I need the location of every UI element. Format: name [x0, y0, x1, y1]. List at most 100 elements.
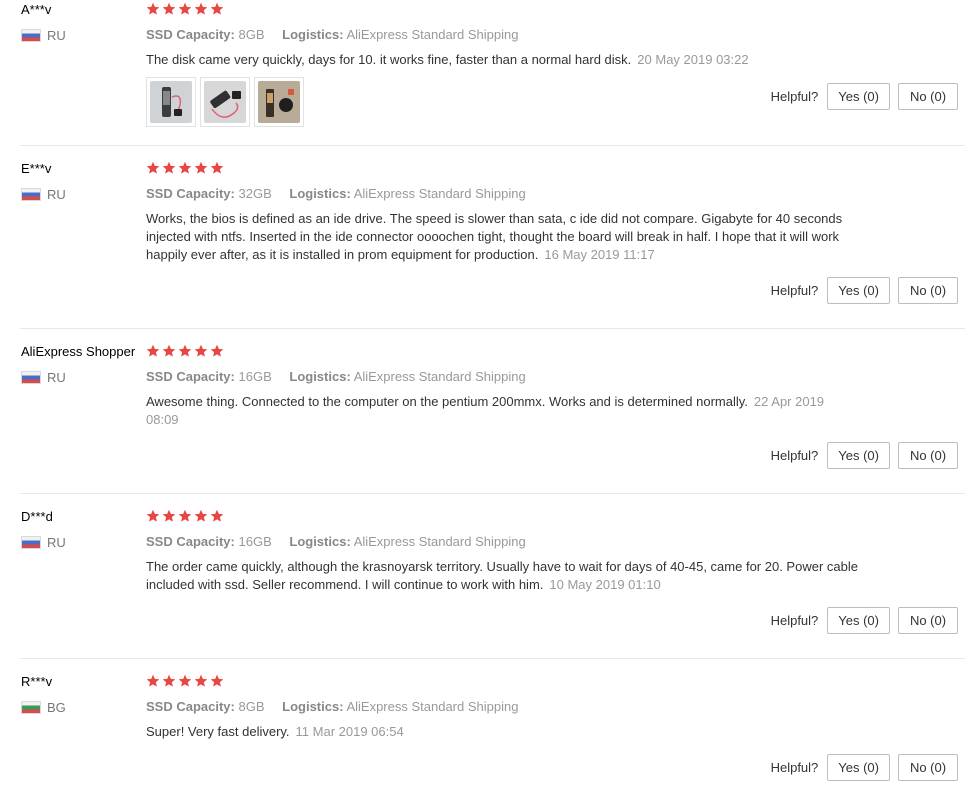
review-attributes: SSD Capacity: 32GB Logistics: AliExpress…: [146, 186, 526, 201]
helpful-no-button[interactable]: No (0): [898, 754, 958, 781]
helpful-label: Helpful?: [770, 613, 819, 628]
review-body: The order came quickly, although the kra…: [146, 559, 858, 592]
review-date: 20 May 2019 03:22: [637, 52, 749, 67]
ssd-capacity-label: SSD Capacity:: [146, 699, 235, 714]
helpful-yes-button[interactable]: Yes (0): [827, 442, 890, 469]
star-icon: [210, 509, 224, 523]
star-icon: [210, 2, 224, 16]
review-photos: [146, 77, 304, 127]
helpful-yes-button[interactable]: Yes (0): [827, 277, 890, 304]
star-icon: [146, 2, 160, 16]
ssd-capacity-label: SSD Capacity:: [146, 186, 235, 201]
logistics-value: AliExpress Standard Shipping: [353, 369, 526, 384]
logistics-value: AliExpress Standard Shipping: [353, 534, 526, 549]
helpful-label: Helpful?: [770, 760, 819, 775]
logistics-label: Logistics:: [289, 369, 351, 384]
russia-flag-icon: [21, 188, 41, 201]
helpful-controls: Helpful? Yes (0) No (0): [771, 442, 958, 469]
helpful-no-button[interactable]: No (0): [898, 442, 958, 469]
star-icon: [194, 674, 208, 688]
ssd-photo-image: [150, 81, 192, 123]
russia-flag-icon: [21, 371, 41, 384]
helpful-no-button[interactable]: No (0): [898, 607, 958, 634]
star-icon: [146, 509, 160, 523]
country-code: RU: [47, 535, 66, 550]
review-photo-thumbnail[interactable]: [254, 77, 304, 127]
star-icon: [194, 509, 208, 523]
rating-stars: [146, 2, 224, 18]
star-icon: [178, 509, 192, 523]
helpful-yes-button[interactable]: Yes (0): [827, 754, 890, 781]
helpful-controls: Helpful? Yes (0) No (0): [771, 277, 958, 304]
review-text: Super! Very fast delivery. 11 Mar 2019 06…: [146, 723, 866, 741]
review-item: R***v BG SSD Capacity: 8GB Logistics: Al…: [0, 674, 980, 790]
helpful-label: Helpful?: [770, 448, 819, 463]
review-photo-thumbnail[interactable]: [200, 77, 250, 127]
rating-stars: [146, 161, 224, 177]
logistics-label: Logistics:: [289, 186, 351, 201]
helpful-yes-button[interactable]: Yes (0): [827, 83, 890, 110]
ssd-capacity-value: 32GB: [238, 186, 272, 201]
review-body: Works, the bios is defined as an ide dri…: [146, 211, 843, 262]
star-icon: [178, 674, 192, 688]
reviewer-name: E***v: [21, 161, 52, 176]
russia-flag-icon: [21, 29, 41, 42]
review-attributes: SSD Capacity: 8GB Logistics: AliExpress …: [146, 27, 518, 42]
review-item: D***d RU SSD Capacity: 16GB Logistics: A…: [0, 509, 980, 649]
helpful-controls: Helpful? Yes (0) No (0): [771, 754, 958, 781]
logistics-label: Logistics:: [282, 699, 344, 714]
helpful-label: Helpful?: [770, 283, 819, 298]
ssd-capacity-value: 16GB: [238, 534, 272, 549]
bulgaria-flag-icon: [21, 701, 41, 714]
star-icon: [178, 161, 192, 175]
review-text: The disk came very quickly, days for 10.…: [146, 51, 866, 69]
star-icon: [178, 344, 192, 358]
star-icon: [194, 161, 208, 175]
reviewer-name: A***v: [21, 2, 52, 17]
ssd-capacity-value: 8GB: [238, 699, 265, 714]
review-text: The order came quickly, although the kra…: [146, 558, 866, 594]
star-icon: [210, 674, 224, 688]
country-code: RU: [47, 28, 66, 43]
star-icon: [210, 344, 224, 358]
review-attributes: SSD Capacity: 8GB Logistics: AliExpress …: [146, 699, 518, 714]
rating-stars: [146, 674, 224, 690]
review-item: E***v RU SSD Capacity: 32GB Logistics: A…: [0, 161, 980, 321]
country-code: BG: [47, 700, 66, 715]
star-icon: [146, 161, 160, 175]
helpful-yes-button[interactable]: Yes (0): [827, 607, 890, 634]
reviewer-name: D***d: [21, 509, 53, 524]
review-date: 11 Mar 2019 06:54: [295, 724, 404, 739]
rating-stars: [146, 344, 224, 360]
logistics-value: AliExpress Standard Shipping: [353, 186, 526, 201]
ssd-capacity-label: SSD Capacity:: [146, 27, 235, 42]
reviewer-country: RU: [21, 370, 66, 385]
review-attributes: SSD Capacity: 16GB Logistics: AliExpress…: [146, 534, 526, 549]
helpful-no-button[interactable]: No (0): [898, 83, 958, 110]
review-photo-thumbnail[interactable]: [146, 77, 196, 127]
star-icon: [162, 509, 176, 523]
review-body: Awesome thing. Connected to the computer…: [146, 394, 748, 409]
ssd-capacity-value: 16GB: [238, 369, 272, 384]
review-divider: [20, 328, 965, 329]
star-icon: [162, 2, 176, 16]
logistics-value: AliExpress Standard Shipping: [346, 27, 519, 42]
review-item: AliExpress Shopper RU SSD Capacity: 16GB…: [0, 344, 980, 484]
review-divider: [20, 658, 965, 659]
reviewer-name: AliExpress Shopper: [21, 344, 136, 359]
reviewer-name: R***v: [21, 674, 53, 689]
helpful-controls: Helpful? Yes (0) No (0): [771, 607, 958, 634]
logistics-value: AliExpress Standard Shipping: [346, 699, 519, 714]
reviewer-country: RU: [21, 187, 66, 202]
reviewer-country: RU: [21, 28, 66, 43]
review-text: Works, the bios is defined as an ide dri…: [146, 210, 866, 264]
logistics-label: Logistics:: [282, 27, 344, 42]
ssd-photo-image: [258, 81, 300, 123]
helpful-no-button[interactable]: No (0): [898, 277, 958, 304]
review-date: 10 May 2019 01:10: [549, 577, 661, 592]
review-text: Awesome thing. Connected to the computer…: [146, 393, 846, 429]
helpful-label: Helpful?: [770, 89, 819, 104]
review-body: The disk came very quickly, days for 10.…: [146, 52, 632, 67]
star-icon: [178, 2, 192, 16]
russia-flag-icon: [21, 536, 41, 549]
